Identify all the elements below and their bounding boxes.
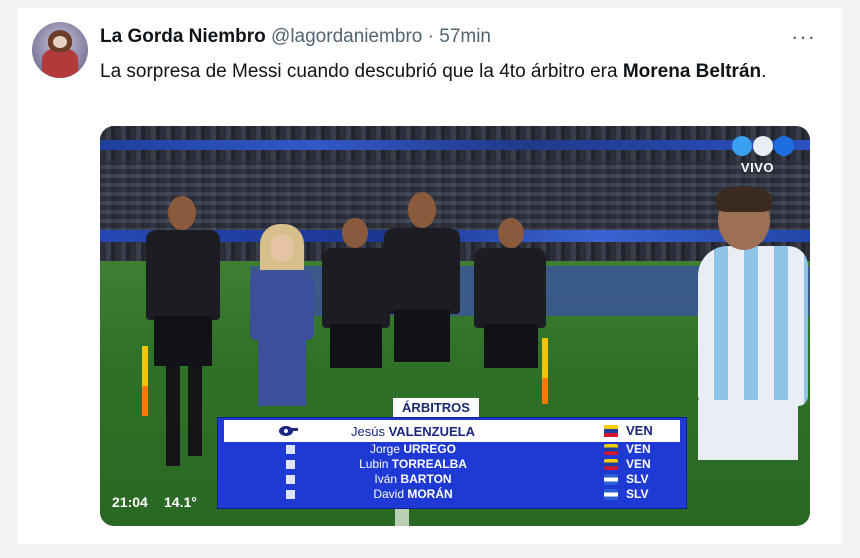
- avatar[interactable]: [32, 22, 88, 78]
- tweet-text-end: .: [761, 61, 767, 82]
- referee-row: Jorge URREGO VEN: [224, 442, 680, 457]
- country-code: VEN: [626, 457, 651, 471]
- referees-panel: ÁRBITROS Jesús VALENZUELA VEN Jorge URRE…: [217, 398, 687, 509]
- referee-row: David MORÁN SLV: [224, 487, 680, 502]
- country-code: VEN: [626, 423, 653, 438]
- venezuela-flag-icon: [604, 425, 618, 437]
- country-code: SLV: [626, 487, 649, 501]
- tweet-text-part: La sorpresa de Messi cuando descubrió qu…: [100, 61, 623, 82]
- tweet-time[interactable]: 57min: [439, 26, 491, 47]
- broadcast-temperature: 14.1°: [164, 494, 197, 510]
- referee-name: David MORÁN: [373, 487, 453, 501]
- referee-row: Jesús VALENZUELA VEN: [224, 420, 680, 442]
- venezuela-flag-icon: [604, 459, 618, 470]
- venezuela-flag-icon: [604, 444, 618, 455]
- separator: ·: [427, 26, 434, 47]
- live-label: VIVO: [740, 160, 774, 175]
- referee-row: Lubin TORREALBA VEN: [224, 457, 680, 472]
- player-figure: [698, 186, 808, 526]
- divider: [18, 544, 842, 558]
- tweet-card[interactable]: La Gorda Niembro @lagordaniembro · 57min…: [18, 8, 842, 544]
- country-code: SLV: [626, 472, 649, 486]
- tweet-header: La Gorda Niembro @lagordaniembro · 57min: [100, 26, 491, 48]
- fourth-official-figure: [250, 224, 316, 424]
- el-salvador-flag-icon: [604, 489, 618, 500]
- referee-name: Jorge URREGO: [369, 442, 457, 456]
- broadcaster-logo-icon: [732, 136, 796, 156]
- referee-name: Jesús VALENZUELA: [350, 423, 476, 439]
- referee-figure: [380, 192, 464, 412]
- el-salvador-flag-icon: [604, 474, 618, 485]
- tweet-text-bold: Morena Beltrán: [622, 61, 762, 82]
- referee-name: Iván BARTON: [374, 472, 452, 486]
- broadcast-clock: 21:04: [112, 494, 148, 510]
- author-handle[interactable]: @lagordaniembro: [271, 26, 422, 47]
- country-code: VEN: [626, 442, 651, 456]
- author-name[interactable]: La Gorda Niembro: [100, 26, 266, 47]
- tweet-media-image[interactable]: VIVO ÁRBITROS Jesús VALENZUELA VEN Jorge: [100, 126, 810, 526]
- referee-figure: [472, 218, 552, 418]
- tweet-text: La sorpresa de Messi cuando descubrió qu…: [100, 58, 820, 85]
- panel-body: Jesús VALENZUELA VEN Jorge URREGO VEN Lu…: [217, 417, 687, 509]
- panel-title: ÁRBITROS: [393, 398, 479, 417]
- more-icon[interactable]: ···: [791, 24, 816, 50]
- referee-row: Iván BARTON SLV: [224, 472, 680, 487]
- referee-name: Lubin TORREALBA: [359, 457, 467, 471]
